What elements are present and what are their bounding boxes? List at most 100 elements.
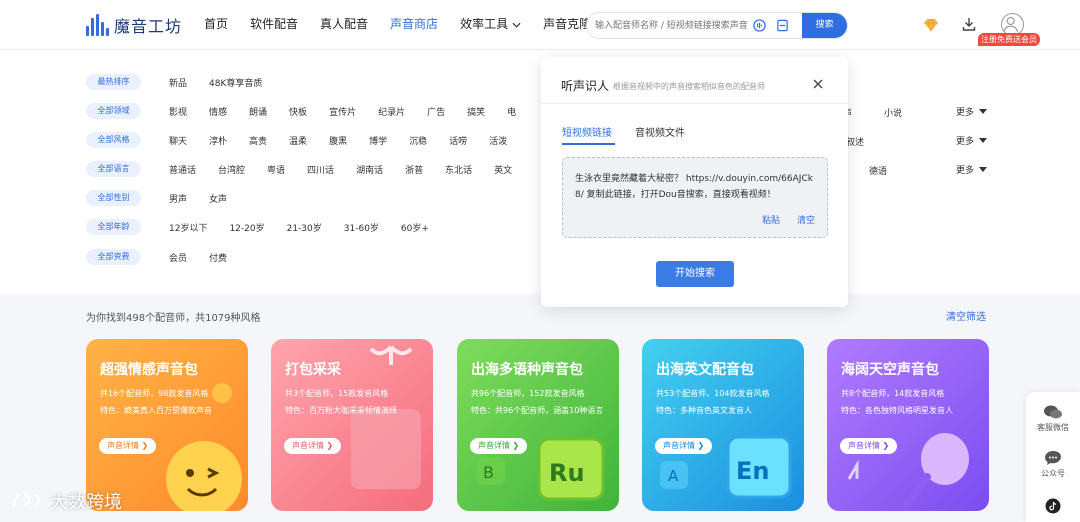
filter-option[interactable]: 话唠	[449, 134, 467, 147]
filter-option[interactable]: 温柔	[289, 134, 307, 147]
sidebar-label: 公众号	[1041, 469, 1065, 478]
sidebar-item-wechat[interactable]: 客服微信	[1026, 404, 1080, 433]
card-stats: 共53个配音师，104款发音风格	[656, 389, 770, 398]
floating-sidebar: 客服微信 公众号	[1026, 392, 1080, 522]
filter-option[interactable]: 东北话	[445, 163, 472, 176]
filter-tag[interactable]: 全部性别	[86, 190, 141, 206]
voice-detail-button[interactable]: 声音详情 ❯	[470, 438, 528, 454]
voice-detail-button[interactable]: 声音详情 ❯	[99, 438, 157, 454]
nav-item[interactable]: 声音商店	[379, 0, 449, 50]
start-search-button[interactable]: 开始搜索	[656, 261, 734, 287]
voice-search-icon[interactable]	[753, 19, 766, 32]
filter-option[interactable]: 宣传片	[329, 105, 356, 118]
filter-option[interactable]: 活泼	[489, 134, 507, 147]
more-label: 更多	[956, 108, 975, 118]
filter-option[interactable]: 广告	[427, 105, 445, 118]
logo[interactable]: 魔音工坊	[86, 13, 182, 37]
filter-option[interactable]: 情感	[209, 105, 227, 118]
link-text[interactable]: 生泳衣里竟然藏着大秘密？ https://v.douyin.com/66AJCk…	[575, 171, 817, 203]
filter-tag[interactable]: 全部领域	[86, 103, 141, 119]
watermark-logo-icon	[12, 493, 41, 508]
close-icon[interactable]	[812, 78, 824, 90]
card-stats: 共96个配音师，152款发音风格	[471, 389, 585, 398]
voice-pack-card[interactable]: Ru B 出海多语种声音包 共96个配音师，152款发音风格 特色：共96个配音师，涵盖…	[457, 339, 619, 511]
filter-option[interactable]: 12-20岁	[229, 221, 264, 234]
filter-option[interactable]: 淳朴	[209, 134, 227, 147]
filter-option[interactable]: 女声	[209, 192, 227, 205]
caret-down-icon	[979, 138, 988, 143]
more-dropdown[interactable]: 更多	[956, 134, 988, 147]
voice-pack-card[interactable]: 打包采采 共3个配音师，15款发音风格 特色：百万粉大咖采采倾情演绎 声音详情 ❯	[271, 339, 433, 511]
filter-option[interactable]: 会员	[169, 251, 187, 264]
filter-option[interactable]: 叙述	[846, 135, 864, 148]
search-button[interactable]: 搜索	[802, 13, 847, 38]
nav-item[interactable]: 首页	[193, 0, 239, 50]
filter-option[interactable]: 60岁+	[401, 221, 429, 234]
register-badge[interactable]: 注册免费送会员	[978, 33, 1040, 46]
more-dropdown[interactable]: 更多	[956, 163, 988, 176]
filter-option[interactable]: 男声	[169, 192, 187, 205]
filter-option[interactable]: 付费	[209, 251, 227, 264]
filter-option[interactable]: 聊天	[169, 134, 187, 147]
filter-tag[interactable]: 全部风格	[86, 132, 141, 148]
filter-option[interactable]: 高贵	[249, 134, 267, 147]
filter-option[interactable]: 湖南话	[356, 163, 383, 176]
filter-option[interactable]: 12岁以下	[169, 221, 207, 234]
filter-option[interactable]: 腹黑	[329, 134, 347, 147]
voice-pack-card[interactable]: En A 出海英文配音包 共53个配音师，104款发音风格 特色：多种音色英文发音人 声音…	[642, 339, 804, 511]
filter-option[interactable]: 沉稳	[409, 134, 427, 147]
filter-option[interactable]: 英文	[494, 163, 512, 176]
voice-pack-card[interactable]: 海阔天空声音包 共8个配音师，14款发音风格 特色：各色独特风格明星发音人 声音详情 …	[827, 339, 989, 511]
filter-option[interactable]: 台湾腔	[218, 163, 245, 176]
sidebar-item-official-account[interactable]: 公众号	[1026, 450, 1080, 479]
filter-row: 全部性别 男声 女声	[86, 188, 249, 208]
card-stats: 共16个配音师，98款发音风格	[100, 389, 209, 398]
nav-item[interactable]: 软件配音	[239, 0, 309, 50]
filter-option[interactable]: 快板	[289, 105, 307, 118]
filter-option[interactable]: 48K尊享音质	[209, 76, 262, 89]
nav-item[interactable]: 真人配音	[309, 0, 379, 50]
paste-button[interactable]: 粘贴	[762, 213, 780, 226]
logo-icon	[86, 14, 110, 36]
tab-media-file[interactable]: 音视频文件	[635, 124, 685, 139]
filter-option[interactable]: 小说	[884, 106, 902, 119]
filter-tag[interactable]: 最热排序	[86, 74, 141, 90]
filter-option[interactable]: 搞笑	[467, 105, 485, 118]
filter-option[interactable]: 21-30岁	[287, 221, 322, 234]
filter-tag[interactable]: 全部资费	[86, 249, 141, 265]
filter-tag[interactable]: 全部语言	[86, 161, 141, 177]
filter-option[interactable]: 新品	[169, 76, 187, 89]
tab-video-link[interactable]: 短视频链接	[562, 124, 612, 139]
voice-detail-button[interactable]: 声音详情 ❯	[840, 438, 898, 454]
filter-option[interactable]: 31-60岁	[344, 221, 379, 234]
filter-option[interactable]: 德语	[869, 164, 887, 177]
filter-option[interactable]: 纪录片	[378, 105, 405, 118]
search-input[interactable]	[595, 13, 750, 38]
filter-option[interactable]: 浙普	[405, 163, 423, 176]
top-nav: 魔音工坊 首页软件配音真人配音声音商店效率工具声音克隆 搜索 注册免费送会员	[0, 0, 1080, 50]
download-icon[interactable]	[962, 17, 976, 32]
douyin-icon	[1045, 498, 1061, 514]
file-upload-icon[interactable]	[776, 19, 789, 32]
filter-option[interactable]: 普通话	[169, 163, 196, 176]
sidebar-item-tiktok[interactable]	[1026, 498, 1080, 516]
vip-diamond-icon[interactable]	[923, 18, 939, 32]
filter-option[interactable]: 影视	[169, 105, 187, 118]
filter-option[interactable]: 粤语	[267, 163, 285, 176]
filter-row: 全部风格 聊天 淳朴 高贵 温柔 腹黑 博学 沉稳 话唠 活泼	[86, 130, 529, 150]
more-dropdown[interactable]: 更多	[956, 105, 988, 118]
voice-detail-button[interactable]: 声音详情 ❯	[284, 438, 342, 454]
filter-option[interactable]: 博学	[369, 134, 387, 147]
clear-button[interactable]: 清空	[797, 213, 815, 226]
link-textarea[interactable]: 生泳衣里竟然藏着大秘密？ https://v.douyin.com/66AJCk…	[562, 157, 828, 238]
card-title: 出海多语种声音包	[471, 362, 583, 378]
voice-pack-card[interactable]: 超强情感声音包 共16个配音师，98款发音风格 特色：媲美真人百万赞爆款声音 声音详情…	[86, 339, 248, 511]
filter-option[interactable]: 电	[507, 105, 516, 118]
nav-item[interactable]: 效率工具	[449, 0, 532, 50]
voice-detail-button[interactable]: 声音详情 ❯	[655, 438, 713, 454]
logo-text: 魔音工坊	[114, 17, 183, 36]
clear-filters-button[interactable]: 清空筛选	[946, 308, 986, 323]
filter-tag[interactable]: 全部年龄	[86, 219, 141, 235]
filter-option[interactable]: 朗诵	[249, 105, 267, 118]
filter-option[interactable]: 四川话	[307, 163, 334, 176]
